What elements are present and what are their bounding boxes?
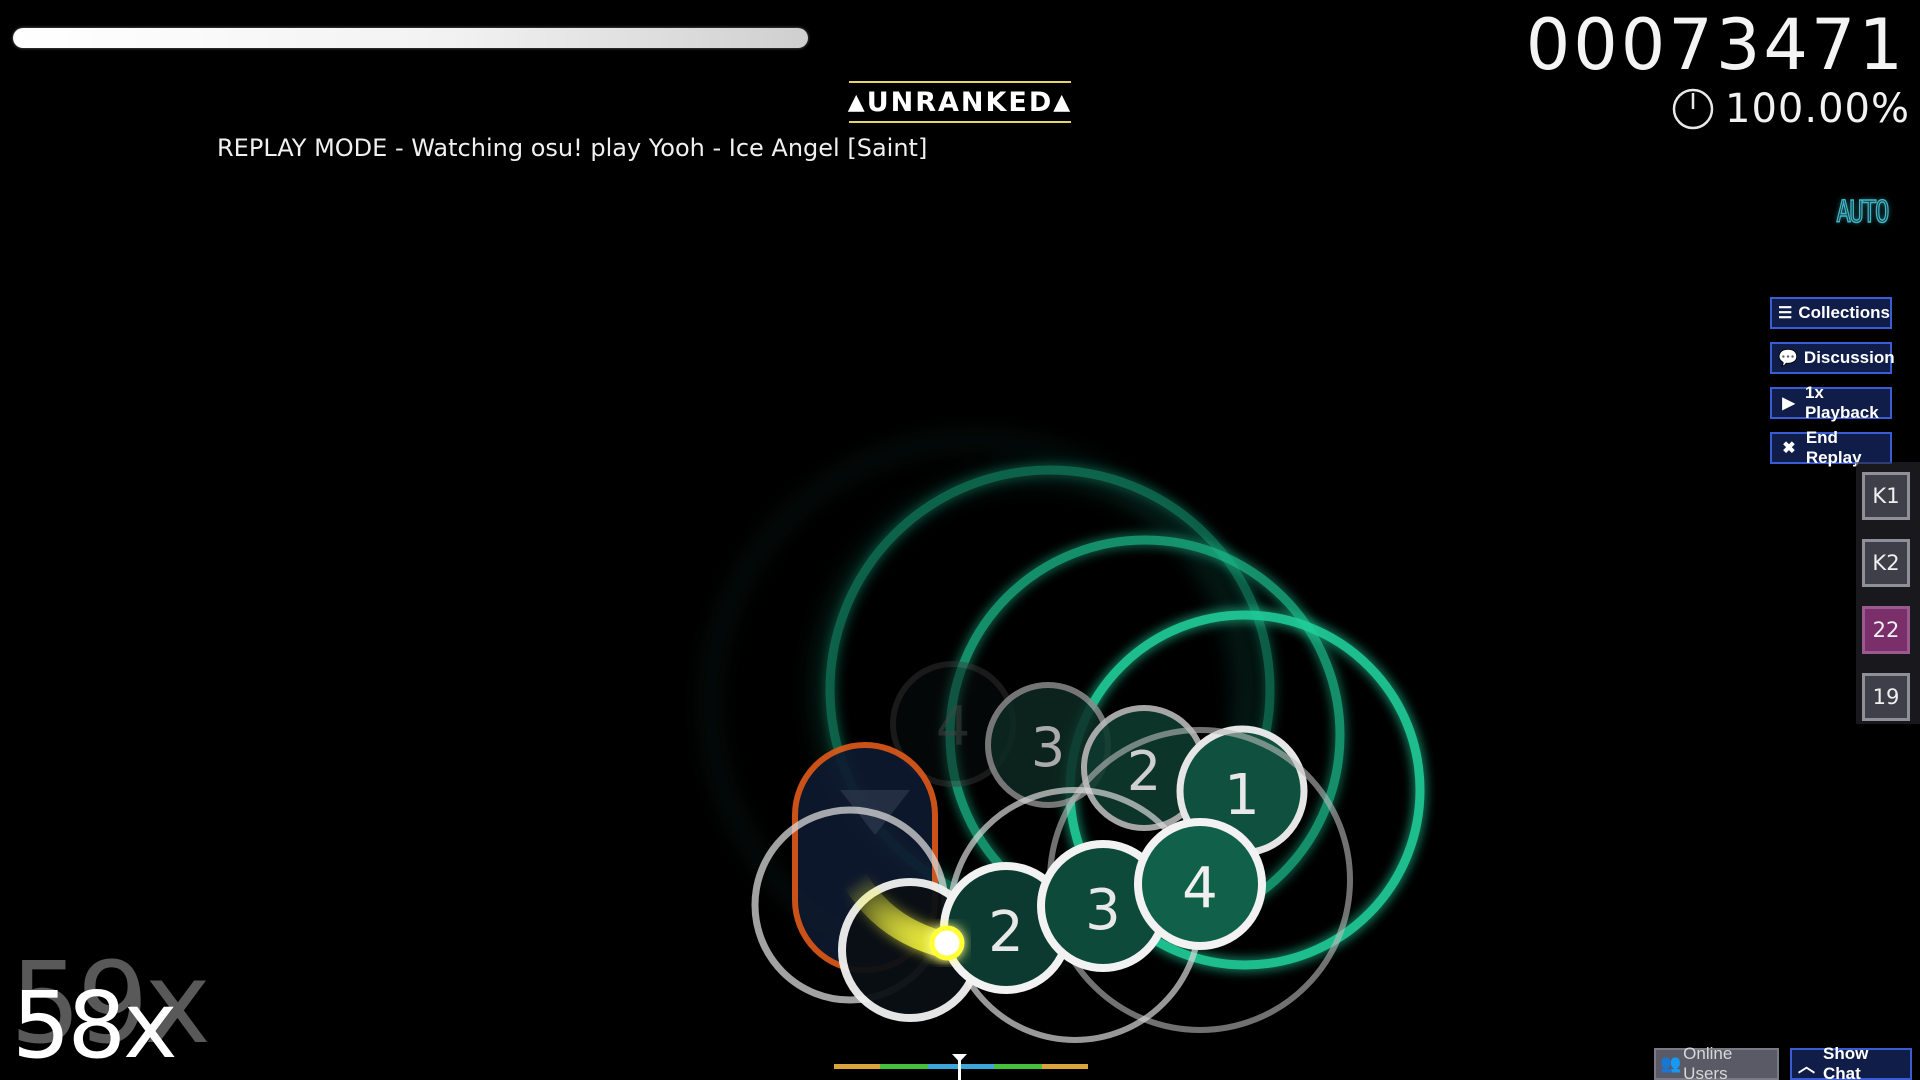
list-icon: ☰	[1778, 305, 1793, 322]
unranked-banner: ▲ UNRANKED ▲	[847, 81, 1073, 123]
key-k1: K1	[1862, 472, 1910, 520]
health-bar	[13, 28, 808, 48]
online-users-button[interactable]: 👥 Online Users	[1654, 1044, 1779, 1080]
speech-bubble-icon: 💬	[1778, 350, 1798, 367]
hit-error-meter	[834, 1054, 1088, 1080]
auto-mod-icon: AUTO	[1836, 194, 1890, 231]
play-icon: ▶	[1782, 395, 1795, 412]
key-overlay: K1 K2 22 19	[1856, 462, 1920, 724]
discussion-label: Discussion	[1803, 348, 1895, 367]
hit-circle-number: 2	[988, 900, 1024, 965]
pie-timer-icon	[1672, 88, 1714, 130]
replay-mode-text: REPLAY MODE - Watching osu! play Yooh - …	[217, 134, 928, 162]
accuracy-display: 100.00%	[1671, 86, 1910, 132]
users-icon: 👥	[1660, 1054, 1682, 1073]
close-icon: ✖	[1782, 440, 1796, 457]
warning-icon: ▲	[1053, 89, 1073, 115]
combo-counter: 58x	[12, 972, 178, 1079]
show-chat-button[interactable]: ︿ Show Chat	[1790, 1044, 1912, 1080]
online-users-label: Online Users	[1683, 1044, 1733, 1080]
key-k2: K2	[1862, 539, 1910, 587]
playback-label: 1x Playback	[1804, 383, 1879, 422]
hit-circle-number: 3	[1085, 878, 1121, 943]
hit-circle-number: 4	[1182, 856, 1218, 921]
score-counter: 00073471	[1525, 4, 1906, 86]
svg-text:4: 4	[936, 695, 970, 758]
collections-label: Collections	[1798, 303, 1890, 322]
cursor	[929, 925, 965, 961]
playback-speed-button[interactable]: ▶ 1x Playback	[1770, 383, 1892, 422]
osu-gameplay-screen: 4 3 2 1 2 3 4 00073471 100.00% ▲ UNRANKE…	[0, 0, 1920, 1080]
hit-circle-number: 1	[1224, 763, 1260, 828]
chevron-up-icon: ︿	[1798, 1056, 1815, 1076]
collections-button[interactable]: ☰ Collections	[1770, 297, 1892, 329]
unranked-label: UNRANKED	[866, 86, 1054, 118]
show-chat-label: Show Chat	[1823, 1044, 1869, 1080]
discussion-button[interactable]: 💬 Discussion	[1770, 342, 1895, 374]
end-replay-button[interactable]: ✖ End Replay	[1770, 428, 1892, 467]
key-m2: 19	[1862, 673, 1910, 721]
warning-icon: ▲	[847, 89, 867, 115]
accuracy-value: 100.00%	[1725, 86, 1910, 132]
key-m1: 22	[1862, 606, 1910, 654]
playfield: 4 3 2 1 2 3 4	[705, 435, 1425, 1080]
hit-circle-number: 3	[1031, 716, 1065, 779]
